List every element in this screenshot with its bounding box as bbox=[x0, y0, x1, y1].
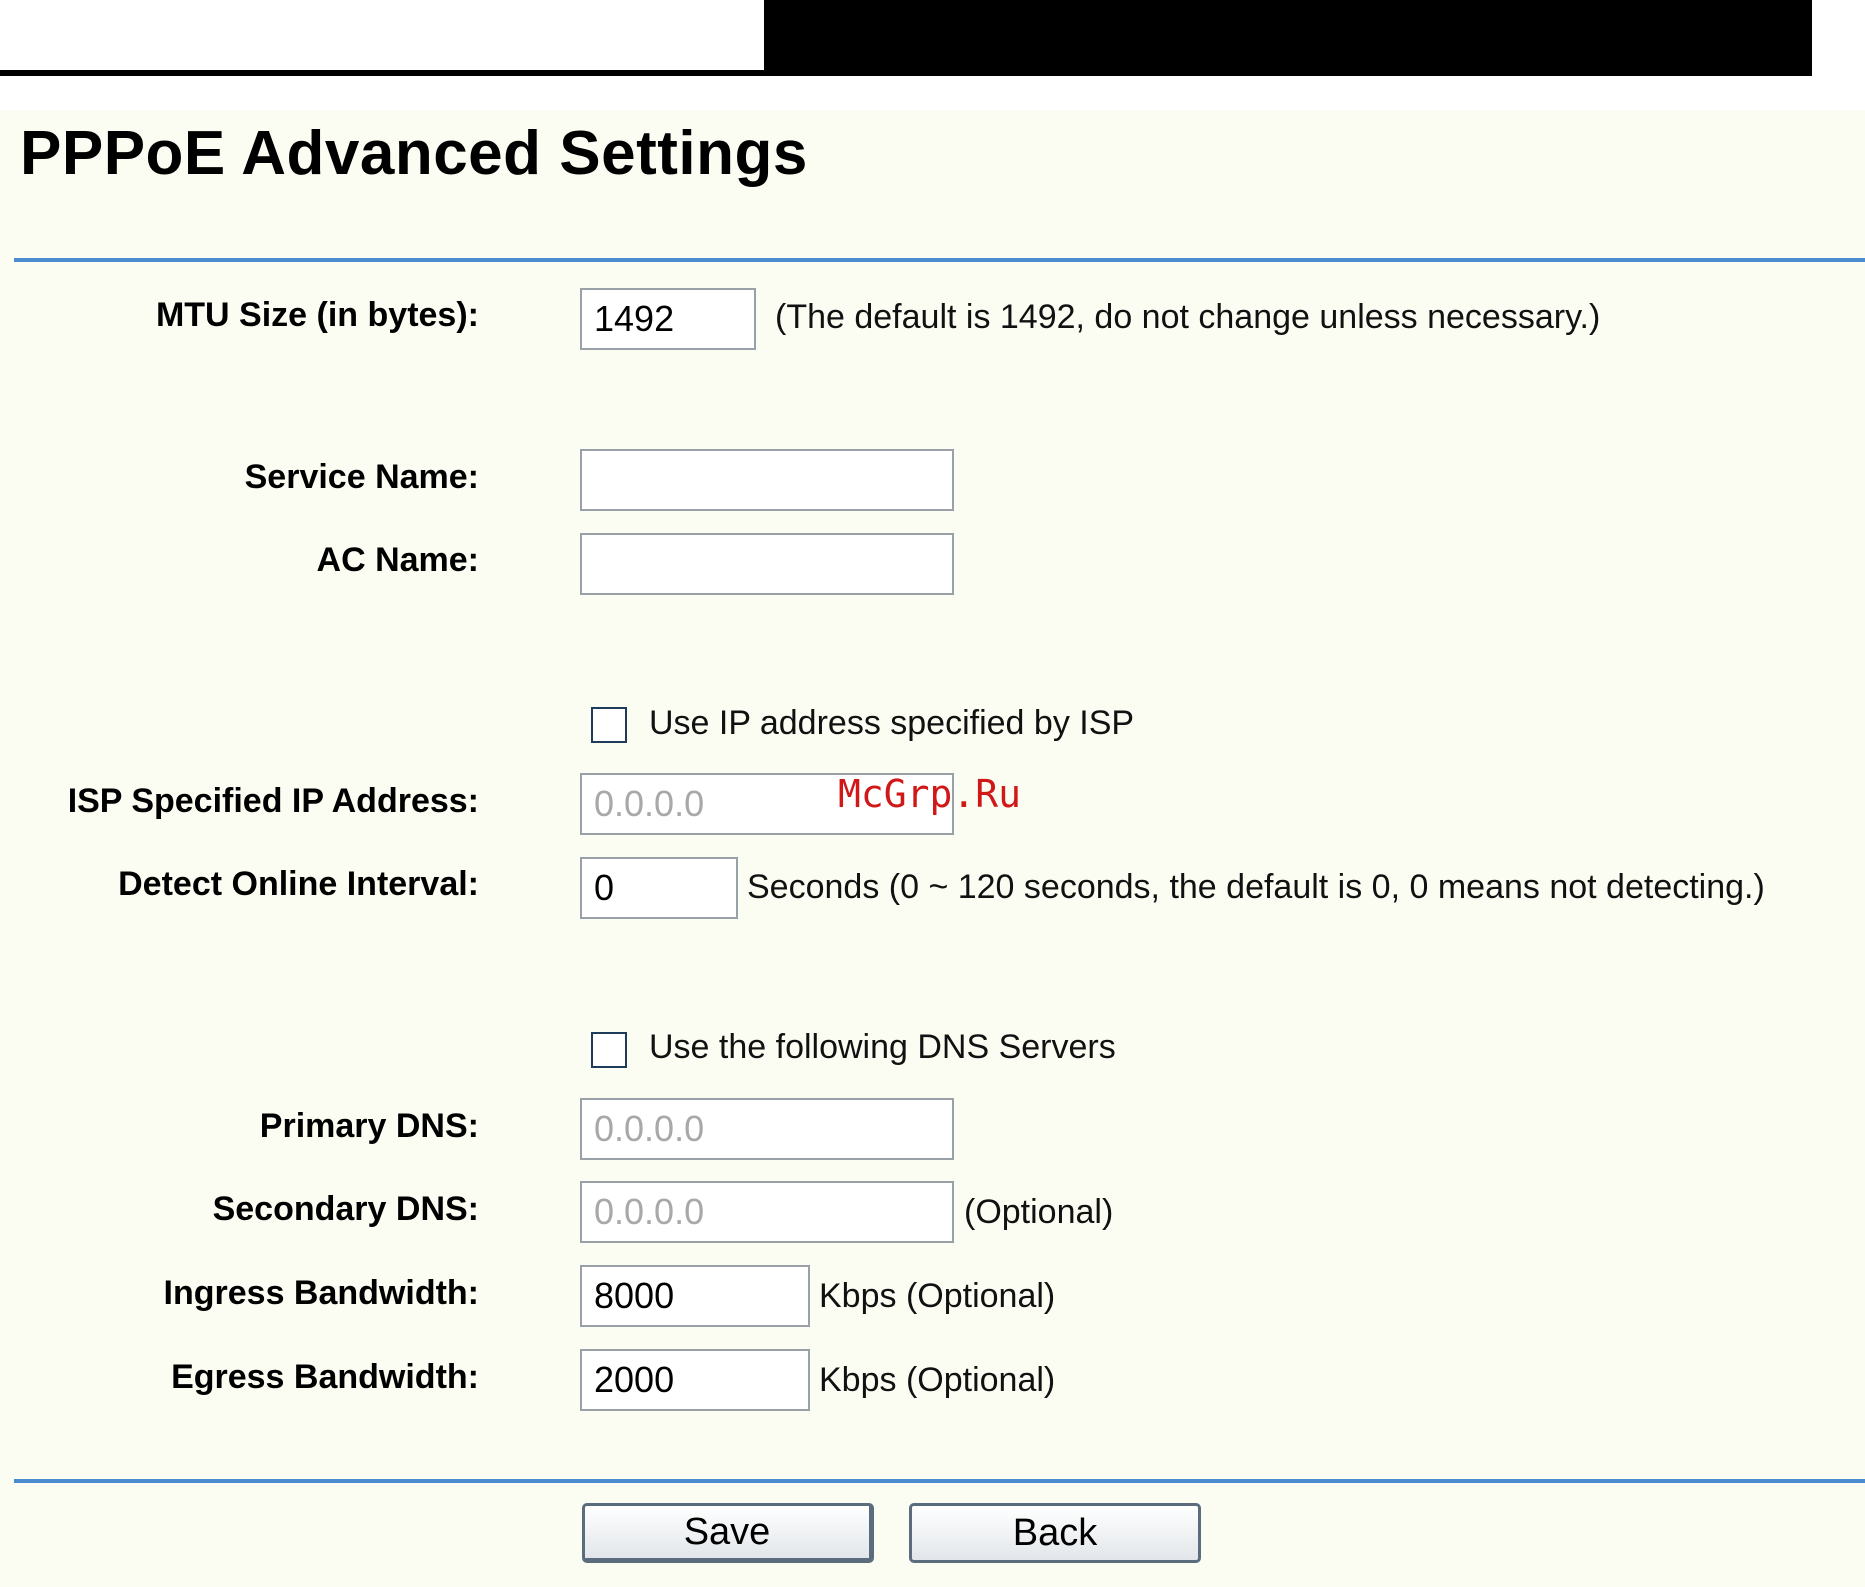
secondary-dns-label: Secondary DNS: bbox=[212, 1190, 479, 1228]
page-title: PPPoE Advanced Settings bbox=[20, 119, 808, 188]
header-banner bbox=[764, 0, 1812, 76]
primary-dns-input[interactable] bbox=[580, 1098, 954, 1160]
mtu-input[interactable] bbox=[580, 288, 756, 350]
service-name-input[interactable] bbox=[580, 449, 954, 511]
detect-interval-note: Seconds (0 ~ 120 seconds, the default is… bbox=[747, 868, 1765, 906]
back-button[interactable]: Back bbox=[909, 1503, 1201, 1563]
ac-name-label: AC Name: bbox=[316, 541, 479, 579]
service-name-label: Service Name: bbox=[244, 458, 479, 496]
use-isp-ip-checkbox[interactable] bbox=[591, 707, 627, 743]
use-isp-ip-label: Use IP address specified by ISP bbox=[649, 704, 1135, 742]
ingress-input[interactable] bbox=[580, 1265, 810, 1327]
use-dns-checkbox[interactable] bbox=[591, 1032, 627, 1068]
bottom-divider bbox=[14, 1479, 1865, 1483]
ingress-note: Kbps (Optional) bbox=[819, 1277, 1056, 1315]
egress-label: Egress Bandwidth: bbox=[171, 1358, 479, 1396]
top-divider bbox=[14, 258, 1865, 262]
top-rule bbox=[0, 70, 764, 76]
primary-dns-label: Primary DNS: bbox=[259, 1107, 479, 1145]
egress-input[interactable] bbox=[580, 1349, 810, 1411]
mtu-label: MTU Size (in bytes): bbox=[155, 296, 479, 334]
detect-interval-input[interactable] bbox=[580, 857, 738, 919]
ac-name-input[interactable] bbox=[580, 533, 954, 595]
ingress-label: Ingress Bandwidth: bbox=[163, 1274, 479, 1312]
secondary-dns-input[interactable] bbox=[580, 1181, 954, 1243]
use-dns-label: Use the following DNS Servers bbox=[649, 1028, 1116, 1066]
watermark: McGrp.Ru bbox=[838, 772, 1022, 816]
isp-ip-label: ISP Specified IP Address: bbox=[67, 782, 479, 820]
egress-note: Kbps (Optional) bbox=[819, 1361, 1056, 1399]
mtu-note: (The default is 1492, do not change unle… bbox=[775, 298, 1601, 336]
detect-interval-label: Detect Online Interval: bbox=[118, 865, 479, 903]
secondary-dns-note: (Optional) bbox=[964, 1193, 1114, 1231]
save-button[interactable]: Save bbox=[582, 1503, 874, 1563]
